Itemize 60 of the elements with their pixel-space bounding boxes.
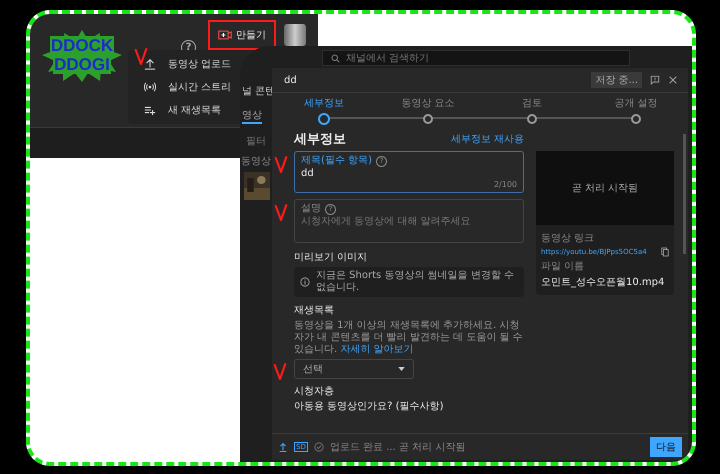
handwritten-v-mark	[273, 363, 287, 381]
audience-question: 아동용 동영상인가요? (필수사항)	[294, 401, 444, 413]
step-dot[interactable]	[631, 114, 641, 124]
learn-more-link[interactable]: 자세히 알아보기	[340, 344, 414, 355]
close-icon[interactable]	[668, 75, 678, 85]
section-heading: 재생목록	[294, 304, 335, 317]
playlist-select[interactable]: 선택	[294, 359, 414, 379]
section-heading: 시청자층	[294, 385, 335, 398]
copy-icon[interactable]	[661, 247, 669, 257]
section-heading: 세부정보	[294, 131, 346, 148]
check-circle-icon	[314, 442, 324, 452]
handwritten-v-mark	[134, 48, 148, 66]
feedback-icon[interactable]	[650, 75, 660, 85]
processing-status: 곧 처리 시작됨	[572, 182, 638, 195]
field-value: dd	[301, 167, 315, 180]
menu-label: 실시간 스트리	[168, 80, 232, 94]
character-counter: 2/100	[494, 180, 517, 189]
step-dot[interactable]	[318, 113, 330, 125]
tab[interactable]: 영상	[242, 108, 262, 124]
step-dot[interactable]	[423, 114, 433, 124]
create-button[interactable]: 만들기	[208, 20, 276, 50]
section-heading: 미리보기 이미지	[294, 251, 368, 264]
playlist-add-icon	[144, 104, 156, 116]
upload-status: 업로드 완료 ... 곧 처리 시작됨	[330, 441, 466, 454]
field-placeholder: 시청자에게 동영상에 대해 알려주세요	[301, 215, 472, 228]
menu-label: 동영상 업로드	[168, 58, 232, 71]
step-label[interactable]: 세부정보	[304, 98, 344, 110]
info-icon	[300, 277, 310, 287]
scrollbar[interactable]	[683, 134, 686, 254]
next-button[interactable]: 다음	[650, 437, 682, 457]
logo-text: DDOCK	[50, 36, 114, 55]
upload-icon	[144, 58, 156, 70]
step-dot[interactable]	[527, 114, 537, 124]
field-label: 제목(필수 항목)	[301, 155, 372, 167]
broadcast-icon	[144, 80, 156, 93]
caret-icon	[398, 367, 405, 371]
menu-label: 새 재생목록	[168, 104, 222, 118]
filter-label[interactable]: 필터	[246, 134, 266, 148]
notice-text: 지금은 Shorts 동영상의 썸네일을 변경할 수 없습니다.	[316, 270, 515, 294]
avatar[interactable]	[284, 24, 306, 46]
search-field[interactable]: 채널에서 검색하기	[322, 50, 630, 66]
file-name: 오민트_성수오픈월10.mp4	[541, 276, 666, 289]
file-name-label: 파일 이름	[541, 260, 586, 273]
handwritten-v-mark	[274, 204, 288, 222]
reuse-details-link[interactable]: 세부정보 재사용	[450, 132, 524, 146]
search-placeholder: 채널에서 검색하기	[346, 52, 430, 65]
handwritten-v-mark	[274, 156, 288, 174]
step-label[interactable]: 검토	[522, 98, 542, 110]
column-header: 동영상	[241, 155, 271, 168]
search-icon	[331, 54, 340, 62]
save-status: 저장 중...	[591, 72, 642, 88]
step-label[interactable]: 동영상 요소	[401, 98, 455, 110]
step-label[interactable]: 공개 설정	[614, 98, 658, 110]
dialog-title: dd	[284, 74, 298, 86]
upload-icon[interactable]	[278, 442, 288, 452]
field-label: 설명	[301, 203, 321, 215]
playlist-description: 동영상을 1개 이상의 재생목록에 추가하세요. 시청자가 내 콘텐츠를 더 빨리 발견하는 데 도움이 될 수 있습니다. 자세히 알아보기	[294, 320, 524, 356]
logo-text: DDOGI	[53, 55, 111, 74]
link-label: 동영상 링크	[541, 232, 596, 245]
video-plus-icon	[218, 30, 232, 40]
